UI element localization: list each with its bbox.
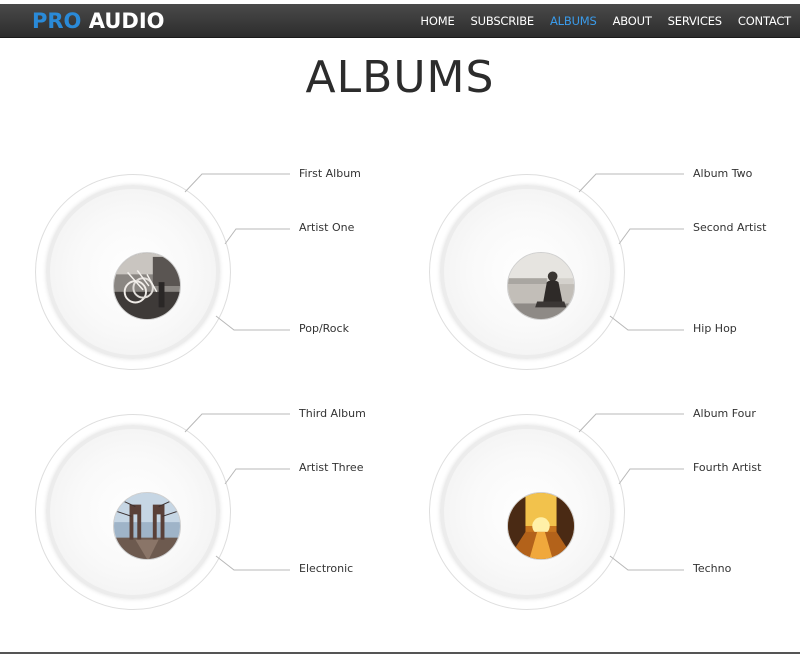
- nav-albums[interactable]: ALBUMS: [550, 14, 597, 28]
- album-artist[interactable]: Artist One: [299, 221, 354, 234]
- album-genre[interactable]: Hip Hop: [693, 322, 737, 335]
- album-card[interactable]: Album Two Second Artist Hip Hop: [394, 160, 794, 400]
- album-title[interactable]: Album Four: [693, 407, 756, 420]
- album-disc-inner: [440, 185, 614, 359]
- album-disc-inner: [440, 425, 614, 599]
- bridge-photo-icon: [113, 492, 181, 560]
- bicycles-photo-icon: [113, 252, 181, 320]
- album-artist[interactable]: Fourth Artist: [693, 461, 761, 474]
- album-card[interactable]: First Album Artist One Pop/Rock: [0, 160, 400, 400]
- nav-subscribe[interactable]: SUBSCRIBE: [471, 14, 535, 28]
- album-card[interactable]: Third Album Artist Three Electronic: [0, 400, 400, 640]
- album-disc-inner: [46, 185, 220, 359]
- page-title: ALBUMS: [305, 52, 495, 103]
- logo-audio: AUDIO: [88, 9, 165, 33]
- album-disc: [35, 174, 231, 370]
- album-disc: [429, 414, 625, 610]
- album-genre[interactable]: Pop/Rock: [299, 322, 349, 335]
- album-genre[interactable]: Electronic: [299, 562, 353, 575]
- logo-pro: PRO: [32, 9, 82, 33]
- nav-contact[interactable]: CONTACT: [738, 14, 791, 28]
- logo[interactable]: PRO AUDIO: [32, 9, 165, 33]
- album-disc-inner: [46, 425, 220, 599]
- album-title[interactable]: Third Album: [299, 407, 366, 420]
- album-card[interactable]: Album Four Fourth Artist Techno: [394, 400, 794, 640]
- nav-services[interactable]: SERVICES: [668, 14, 722, 28]
- album-disc: [429, 174, 625, 370]
- nav-home[interactable]: HOME: [420, 14, 454, 28]
- album-title[interactable]: Album Two: [693, 167, 752, 180]
- main-nav: HOME SUBSCRIBE ALBUMS ABOUT SERVICES CON…: [404, 14, 791, 28]
- sunset-street-photo-icon: [507, 492, 575, 560]
- album-disc: [35, 414, 231, 610]
- album-genre[interactable]: Techno: [693, 562, 731, 575]
- navbar: PRO AUDIO HOME SUBSCRIBE ALBUMS ABOUT SE…: [0, 4, 800, 38]
- album-artist[interactable]: Artist Three: [299, 461, 363, 474]
- person-by-water-photo-icon: [507, 252, 575, 320]
- album-title[interactable]: First Album: [299, 167, 361, 180]
- album-artist[interactable]: Second Artist: [693, 221, 766, 234]
- footer-divider: [0, 652, 800, 654]
- nav-about[interactable]: ABOUT: [613, 14, 652, 28]
